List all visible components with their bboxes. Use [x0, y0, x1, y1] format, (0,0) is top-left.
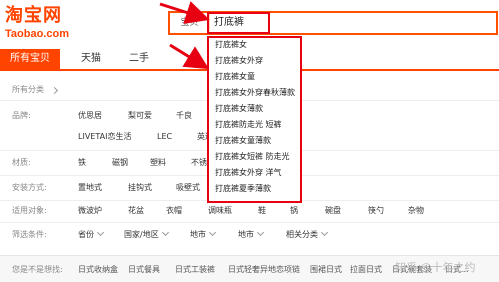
- taobao-logo[interactable]: 淘宝网 Taobao.com: [5, 5, 69, 41]
- tab-second-hand[interactable]: 二手: [122, 49, 156, 69]
- object-option[interactable]: 杂物: [408, 201, 424, 221]
- related-search-link[interactable]: 日式餐具: [128, 256, 160, 282]
- material-option[interactable]: 铁: [78, 153, 86, 173]
- filter-row-conditions: 筛选条件: 省份 国家/地区 地市 地市 相关分类: [0, 225, 499, 245]
- filter-label: 筛选条件:: [12, 230, 47, 239]
- watermark: 知乎 @十年之约: [395, 261, 476, 274]
- breadcrumb-all-categories[interactable]: 所有分类: [12, 80, 44, 100]
- chevron-right-icon: [50, 86, 59, 95]
- object-option[interactable]: 碗盘: [325, 201, 341, 221]
- dropdown-label: 地市: [238, 230, 254, 239]
- suggestion-item[interactable]: 打底裤防走光 短裤: [215, 118, 282, 132]
- search-scope-tab[interactable]: 宝贝: [170, 13, 210, 33]
- suggestion-item[interactable]: 打底裤夏季薄款: [215, 182, 271, 196]
- brand-option[interactable]: LEC: [157, 127, 172, 147]
- material-option[interactable]: 磁钢: [112, 153, 128, 173]
- related-search-link[interactable]: 围裙日式: [310, 256, 342, 282]
- province-dropdown[interactable]: 省份: [78, 225, 105, 245]
- install-option[interactable]: 挂钩式: [128, 178, 152, 198]
- related-search-link[interactable]: 拉面日式: [350, 256, 382, 282]
- logo-english: Taobao.com: [5, 28, 69, 40]
- brand-option[interactable]: 千良: [176, 106, 192, 126]
- material-option[interactable]: 塑料: [150, 153, 166, 173]
- object-option[interactable]: 微波炉: [78, 201, 102, 221]
- suggestion-item[interactable]: 打底裤女外穿: [215, 54, 263, 68]
- brand-option[interactable]: 梨可爱: [128, 106, 152, 126]
- chevron-down-icon: [208, 228, 217, 237]
- brand-option[interactable]: LIVETAI恋生活: [78, 127, 131, 147]
- dropdown-label: 国家/地区: [124, 230, 159, 239]
- chevron-down-icon: [256, 228, 265, 237]
- suggestion-item[interactable]: 打底裤女薄款: [215, 102, 263, 116]
- filter-label: 安装方式:: [12, 183, 47, 192]
- object-option[interactable]: 锅: [290, 201, 298, 221]
- suggestion-item[interactable]: 打底裤女外穿 洋气: [215, 166, 282, 180]
- city-dropdown-2[interactable]: 地市: [238, 225, 265, 245]
- install-option[interactable]: 置地式: [78, 178, 102, 198]
- tab-tmall[interactable]: 天猫: [74, 49, 108, 69]
- category-dropdown[interactable]: 相关分类: [286, 225, 329, 245]
- dropdown-label: 相关分类: [286, 230, 318, 239]
- material-option[interactable]: 不锈: [191, 153, 207, 173]
- chevron-down-icon: [96, 228, 105, 237]
- country-dropdown[interactable]: 国家/地区: [124, 225, 169, 245]
- chevron-down-icon: [320, 228, 329, 237]
- dropdown-label: 地市: [190, 230, 206, 239]
- filter-label: 材质:: [12, 158, 31, 167]
- related-search-link[interactable]: 日式收纳盒: [78, 256, 118, 282]
- suggestion-item[interactable]: 打底裤女短裤 防走光: [215, 150, 290, 164]
- related-search-link[interactable]: 日式轻奢异地恋项链: [228, 256, 300, 282]
- brand-option[interactable]: 优思居: [78, 106, 102, 126]
- object-option[interactable]: 花盆: [128, 201, 144, 221]
- city-dropdown[interactable]: 地市: [190, 225, 217, 245]
- filter-row-object: 适用对象: 微波炉 花盆 衣帽 调味瓶 鞋 锅 碗盘 筷勺 杂物: [0, 201, 499, 221]
- object-option[interactable]: 鞋: [258, 201, 266, 221]
- related-search-link[interactable]: 日式工装裤: [175, 256, 215, 282]
- chevron-down-icon: [161, 228, 169, 237]
- object-option[interactable]: 筷勺: [368, 201, 384, 221]
- suggestion-item[interactable]: 打底裤女: [215, 38, 247, 52]
- filter-label: 品牌:: [12, 111, 31, 120]
- suggestion-item[interactable]: 打底裤女童: [215, 70, 255, 84]
- dropdown-label: 省份: [78, 230, 94, 239]
- suggestion-item[interactable]: 打底裤女外穿春秋薄款: [215, 86, 295, 100]
- suggestion-item[interactable]: 打底裤女童薄款: [215, 134, 271, 148]
- object-option[interactable]: 调味瓶: [208, 201, 232, 221]
- annotation-highlight-box: [207, 12, 270, 34]
- related-searches-label: 您是不是想找:: [12, 265, 63, 274]
- filter-label: 适用对象:: [12, 206, 47, 215]
- object-option[interactable]: 衣帽: [166, 201, 182, 221]
- install-option[interactable]: 吸壁式: [176, 178, 200, 198]
- divider: [0, 222, 499, 223]
- logo-chinese: 淘宝网: [5, 5, 62, 26]
- search-suggestions-dropdown: 打底裤女 打底裤女外穿 打底裤女童 打底裤女外穿春秋薄款 打底裤女薄款 打底裤防…: [207, 36, 302, 203]
- tab-all-items[interactable]: 所有宝贝: [0, 49, 60, 69]
